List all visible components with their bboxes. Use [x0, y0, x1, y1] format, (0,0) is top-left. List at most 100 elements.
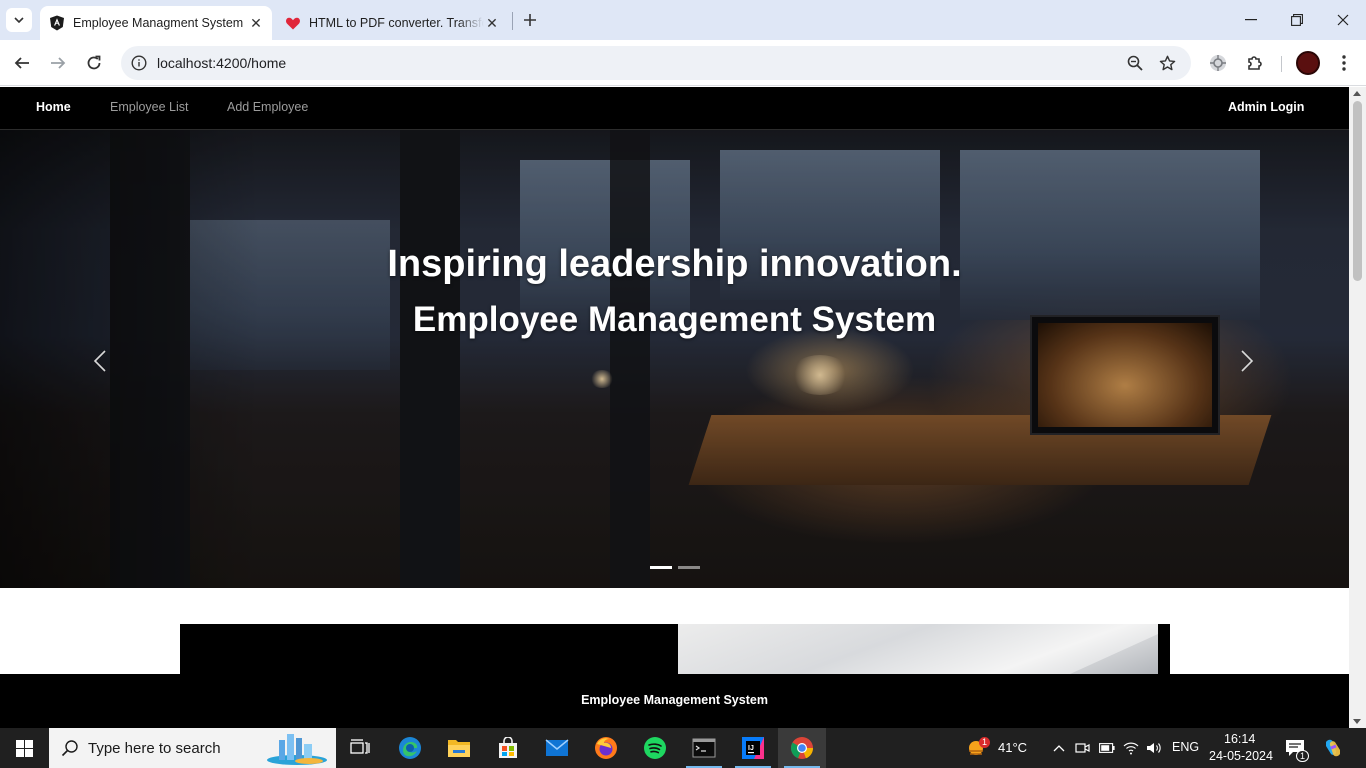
file-explorer-app[interactable] — [435, 728, 483, 768]
heart-icon — [285, 15, 301, 31]
reload-icon — [87, 55, 101, 70]
carousel-prev-button[interactable] — [88, 345, 112, 377]
edge-icon — [399, 737, 421, 759]
nav-add-employee[interactable]: Add Employee — [227, 100, 308, 114]
intellij-app[interactable]: IJ — [729, 728, 777, 768]
windows-taskbar: Type here to search IJ 1 41°C ENG 16:14 … — [0, 728, 1366, 768]
close-icon[interactable]: ✕ — [248, 15, 264, 31]
tab-employee-managment[interactable]: Employee Managment System ✕ — [40, 6, 272, 40]
tab-title: HTML to PDF converter. Transform — [309, 16, 484, 30]
tab-html-to-pdf[interactable]: HTML to PDF converter. Transform ✕ — [276, 6, 508, 40]
puzzle-icon — [1248, 56, 1262, 70]
search-icon — [61, 740, 78, 757]
language-indicator[interactable]: ENG — [1172, 740, 1199, 754]
carousel-title: Inspiring leadership innovation. — [387, 243, 962, 285]
minimize-button[interactable] — [1228, 0, 1274, 40]
notification-count: 1 — [1296, 750, 1310, 762]
store-app[interactable] — [484, 728, 532, 768]
carousel-overlay — [0, 130, 1349, 588]
svg-text:IJ: IJ — [748, 745, 754, 752]
back-button[interactable] — [10, 51, 34, 75]
site-navbar: Home Employee List Add Employee Admin Lo… — [0, 87, 1349, 130]
edge-app[interactable] — [386, 728, 434, 768]
restore-button[interactable] — [1274, 0, 1320, 40]
scroll-down-icon[interactable] — [1353, 719, 1361, 724]
task-view-icon — [350, 739, 370, 754]
carousel-indicator-1[interactable] — [650, 566, 672, 569]
restore-icon — [1291, 14, 1303, 26]
chevron-left-icon — [93, 350, 106, 372]
page-scrollbar[interactable] — [1349, 87, 1366, 728]
angular-icon — [49, 15, 65, 31]
carousel-next-button[interactable] — [1235, 345, 1259, 377]
intellij-icon: IJ — [742, 737, 764, 759]
url-text[interactable]: localhost:4200/home — [157, 55, 286, 71]
toolbar-separator — [1281, 56, 1282, 72]
tab-title: Employee Managment System — [73, 16, 244, 30]
clock-time[interactable]: 16:14 — [1224, 732, 1255, 746]
page-viewport: Home Employee List Add Employee Admin Lo… — [0, 87, 1349, 728]
volume-icon[interactable] — [1146, 740, 1162, 756]
minimize-icon — [1245, 19, 1257, 21]
footer-text: Employee Management System — [581, 693, 768, 707]
carousel-indicator-2[interactable] — [678, 566, 700, 569]
firefox-app[interactable] — [582, 728, 630, 768]
spotify-app[interactable] — [631, 728, 679, 768]
hero-carousel: Inspiring leadership innovation. Employe… — [0, 130, 1349, 588]
meet-now-icon[interactable] — [1075, 740, 1091, 756]
chevron-right-icon — [1241, 350, 1254, 372]
chevron-up-icon[interactable] — [1051, 740, 1067, 756]
extensions-button[interactable] — [1243, 51, 1267, 75]
new-tab-button[interactable] — [520, 10, 540, 30]
more-vert-icon — [1342, 55, 1346, 71]
network-icon[interactable] — [1123, 740, 1139, 756]
profile-avatar[interactable] — [1296, 51, 1320, 75]
chrome-app[interactable] — [778, 728, 826, 768]
search-placeholder: Type here to search — [88, 740, 221, 757]
weather-badge: 1 — [979, 737, 991, 748]
nav-admin-login[interactable]: Admin Login — [1228, 100, 1304, 114]
close-icon — [1337, 14, 1349, 26]
taskbar-search[interactable]: Type here to search — [49, 728, 336, 768]
chrome-icon — [790, 737, 814, 759]
nav-home[interactable]: Home — [36, 100, 71, 114]
mail-app[interactable] — [533, 728, 581, 768]
info-icon[interactable] — [129, 53, 149, 73]
task-view-button[interactable] — [336, 728, 384, 768]
windows-icon — [15, 739, 33, 757]
terminal-icon — [692, 738, 716, 758]
start-button[interactable] — [0, 728, 48, 768]
clock-date[interactable]: 24-05-2024 — [1209, 749, 1273, 763]
search-highlight-icon — [267, 734, 327, 765]
plus-icon — [524, 14, 536, 26]
tab-search-button[interactable] — [6, 8, 32, 32]
tab-separator — [512, 12, 513, 30]
close-icon[interactable]: ✕ — [484, 15, 500, 31]
reload-button[interactable] — [82, 51, 106, 75]
zoom-icon[interactable] — [1125, 53, 1145, 73]
mail-icon — [545, 739, 569, 756]
scrollbar-thumb[interactable] — [1353, 101, 1362, 281]
nav-employee-list[interactable]: Employee List — [110, 100, 189, 114]
menu-button[interactable] — [1332, 51, 1356, 75]
firefox-icon — [595, 737, 617, 759]
address-bar[interactable]: localhost:4200/home — [121, 46, 1191, 80]
close-window-button[interactable] — [1320, 0, 1366, 40]
chevron-down-icon — [14, 17, 24, 23]
extension-badge-icon — [1210, 55, 1226, 71]
scroll-up-icon[interactable] — [1353, 91, 1361, 96]
extension-button[interactable] — [1206, 51, 1230, 75]
weather-temp[interactable]: 41°C — [998, 740, 1027, 755]
forward-button[interactable] — [46, 51, 70, 75]
terminal-app[interactable] — [680, 728, 728, 768]
browser-toolbar: localhost:4200/home — [0, 40, 1366, 86]
battery-icon[interactable] — [1099, 740, 1115, 756]
arrow-left-icon — [14, 57, 29, 69]
store-icon — [499, 737, 517, 758]
file-explorer-icon — [448, 740, 470, 757]
browser-tab-strip: Employee Managment System ✕ HTML to PDF … — [0, 0, 1366, 40]
spotify-icon — [644, 737, 666, 759]
star-icon[interactable] — [1157, 53, 1177, 73]
copilot-icon[interactable] — [1323, 738, 1343, 758]
arrow-right-icon — [51, 57, 66, 69]
